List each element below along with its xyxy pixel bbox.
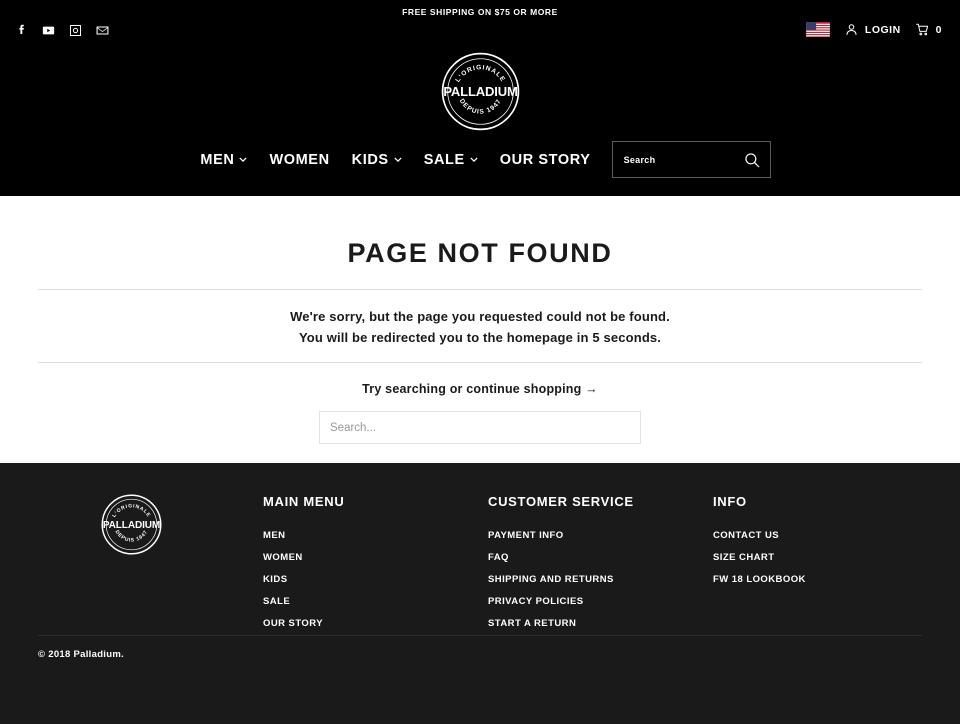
chevron-down-icon [239, 157, 248, 162]
footer-logo-col: L'ORIGINALE PALLADIUM DEPUIS 1947 [0, 494, 263, 640]
header-actions: LOGIN 0 [806, 22, 942, 37]
footer-link-payment-info[interactable]: PAYMENT INFO [488, 530, 713, 541]
user-icon [846, 24, 857, 35]
svg-text:L'ORIGINALE: L'ORIGINALE [454, 64, 506, 83]
cart-icon [915, 23, 928, 36]
site-footer: L'ORIGINALE PALLADIUM DEPUIS 1947 MAIN M… [0, 463, 960, 724]
chevron-down-icon [394, 157, 402, 162]
header-search-input[interactable] [612, 154, 733, 165]
search-icon[interactable] [743, 151, 761, 169]
footer-link-women[interactable]: WOMEN [263, 552, 488, 563]
main-nav: MEN WOMEN KIDS SALE OUR STORY [0, 131, 960, 196]
header-logo-wrap[interactable]: L'ORIGINALE PALLADIUM DEPUIS 1947 [0, 50, 960, 131]
login-label: LOGIN [864, 23, 901, 36]
cart-link[interactable]: 0 [915, 22, 942, 37]
footer-link-size-chart[interactable]: SIZE CHART [713, 552, 938, 563]
nav-item-kids[interactable]: KIDS [341, 152, 413, 168]
nav-label-women: WOMEN [269, 151, 330, 168]
footer-link-start-a-return[interactable]: START A RETURN [488, 618, 713, 629]
logo-bottom-arc: DEPUIS 1947 [457, 98, 501, 116]
svg-text:DEPUIS 1947: DEPUIS 1947 [457, 98, 502, 116]
header-search[interactable] [611, 141, 771, 178]
footer-link-fw-18-lookbook[interactable]: FW 18 LOOKBOOK [713, 574, 938, 585]
nav-item-women[interactable]: WOMEN [258, 152, 340, 168]
svg-text:DEPUIS 1947: DEPUIS 1947 [114, 529, 150, 543]
main-search-wrap [0, 411, 960, 444]
palladium-footer-logo[interactable]: L'ORIGINALE PALLADIUM DEPUIS 1947 [101, 494, 162, 555]
footer-link-sale[interactable]: SALE [263, 596, 488, 607]
nav-label-men: MEN [200, 151, 235, 168]
footer-link-privacy-policies[interactable]: PRIVACY POLICIES [488, 596, 713, 607]
error-message-line-2: You will be redirected you to the homepa… [298, 330, 662, 345]
site-header: FREE SHIPPING ON $75 OR MORE LOGIN 0 L'O… [0, 0, 960, 196]
main-search-input[interactable] [320, 412, 640, 443]
youtube-icon[interactable] [40, 22, 57, 39]
copyright: © 2018 Palladium. [38, 649, 125, 660]
svg-text:L'ORIGINALE: L'ORIGINALE [111, 503, 151, 518]
footer-logo-bottom-arc: DEPUIS 1947 [114, 529, 149, 543]
continue-shopping-row: Try searching or continue shopping → [0, 363, 960, 411]
cart-count: 0 [935, 23, 942, 36]
nav-item-our-story[interactable]: OUR STORY [489, 152, 602, 168]
footer-heading-customer-service: CUSTOMER SERVICE [488, 494, 634, 509]
footer-link-contact-us[interactable]: CONTACT US [713, 530, 938, 541]
nav-item-men[interactable]: MEN [189, 152, 258, 168]
footer-column-info: INFO CONTACT US SIZE CHART FW 18 LOOKBOO… [713, 494, 938, 640]
facebook-icon[interactable] [13, 22, 30, 39]
email-icon[interactable] [94, 22, 111, 39]
footer-heading-main-menu: MAIN MENU [263, 494, 345, 509]
instagram-icon[interactable] [67, 22, 84, 39]
nav-item-sale[interactable]: SALE [413, 152, 489, 168]
header-utility-row: LOGIN 0 [0, 22, 960, 50]
announcement-bar: FREE SHIPPING ON $75 OR MORE [402, 7, 558, 17]
footer-logo-center: PALLADIUM [103, 520, 160, 531]
palladium-logo[interactable]: L'ORIGINALE PALLADIUM DEPUIS 1947 [441, 52, 520, 131]
social-links [13, 22, 111, 39]
footer-column-customer-service: CUSTOMER SERVICE PAYMENT INFO FAQ SHIPPI… [488, 494, 713, 640]
footer-column-main-menu: MAIN MENU MEN WOMEN KIDS SALE OUR STORY [263, 494, 488, 640]
nav-label-kids: KIDS [351, 151, 389, 168]
page-title: PAGE NOT FOUND [347, 238, 613, 268]
nav-label-our-story: OUR STORY [499, 151, 591, 168]
footer-link-shipping-and-returns[interactable]: SHIPPING AND RETURNS [488, 574, 713, 585]
footer-logo-top-arc: L'ORIGINALE [111, 503, 151, 518]
error-message-line-1: We're sorry, but the page you requested … [290, 309, 670, 324]
footer-link-kids[interactable]: KIDS [263, 574, 488, 585]
nav-label-sale: SALE [423, 151, 465, 168]
footer-link-men[interactable]: MEN [263, 530, 488, 541]
main-search[interactable] [319, 411, 641, 444]
footer-divider [38, 635, 922, 636]
login-link[interactable]: LOGIN [844, 22, 901, 37]
continue-shopping-link[interactable]: Try searching or continue shopping → [362, 382, 598, 396]
footer-link-faq[interactable]: FAQ [488, 552, 713, 563]
footer-heading-info: INFO [713, 494, 747, 509]
logo-top-arc: L'ORIGINALE [454, 64, 505, 83]
footer-link-our-story[interactable]: OUR STORY [263, 618, 488, 629]
us-flag-icon[interactable] [806, 22, 830, 37]
main-content: PAGE NOT FOUND We're sorry, but the page… [0, 196, 960, 463]
footer-columns: L'ORIGINALE PALLADIUM DEPUIS 1947 MAIN M… [0, 463, 960, 640]
chevron-down-icon [470, 157, 478, 162]
logo-center: PALLADIUM [443, 84, 517, 99]
error-message: We're sorry, but the page you requested … [0, 290, 960, 362]
